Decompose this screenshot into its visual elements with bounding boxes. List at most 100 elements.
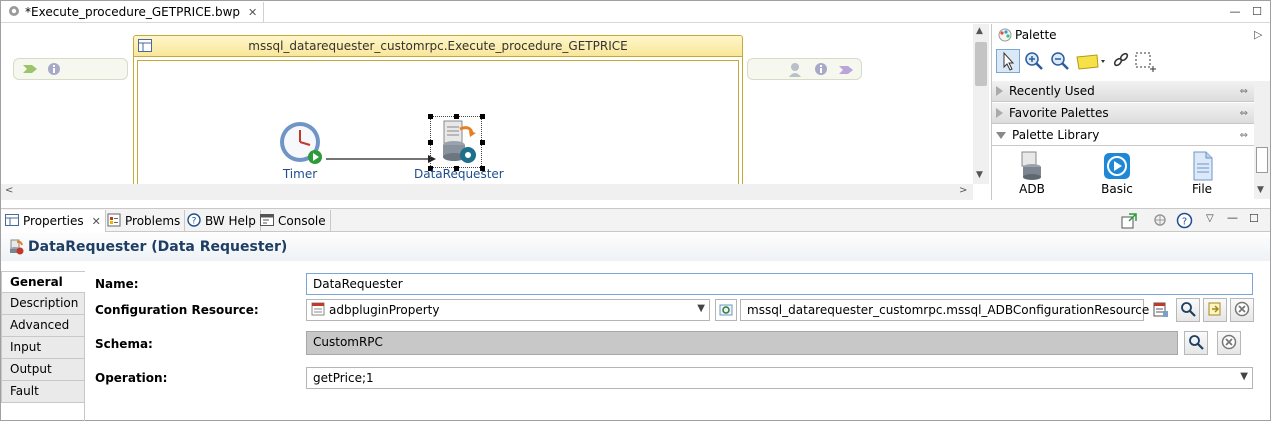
select-tool-button[interactable] — [996, 49, 1020, 73]
selection-handle[interactable] — [428, 114, 433, 119]
clear-schema-button[interactable] — [1217, 331, 1241, 355]
properties-title: DataRequester (Data Requester) — [28, 239, 288, 255]
info-icon[interactable] — [814, 62, 828, 79]
config-resource-path-field[interactable]: mssql_datarequester_customrpc.mssql_ADBC… — [740, 299, 1149, 321]
drawer-label: Palette Library — [1012, 128, 1100, 142]
process-end-box[interactable] — [747, 58, 862, 80]
group-title: mssql_datarequester_customrpc.Execute_pr… — [248, 39, 628, 53]
note-icon[interactable] — [1076, 54, 1106, 73]
maximize-icon[interactable]: ☐ — [1249, 3, 1265, 19]
pin-icon[interactable]: ⇔ — [1240, 130, 1248, 141]
scroll-down-icon[interactable]: ▼ — [1257, 185, 1264, 195]
user-icon — [788, 62, 804, 81]
scrollbar-thumb[interactable] — [1256, 147, 1268, 173]
go-to-resource-button[interactable] — [1203, 298, 1227, 322]
selection-handle[interactable] — [428, 140, 433, 145]
canvas-horizontal-scrollbar[interactable]: < > — [1, 184, 973, 200]
pin-icon[interactable]: ⇔ — [1240, 86, 1248, 97]
timer-icon[interactable] — [278, 120, 324, 169]
zoom-out-icon[interactable] — [1050, 51, 1070, 74]
tab-label: Problems — [125, 214, 181, 228]
drawer-palette-library[interactable]: Palette Library ⇔ — [992, 125, 1254, 146]
drawer-favorite-palettes[interactable]: Favorite Palettes ⇔ — [992, 103, 1254, 124]
pin-icon[interactable]: ⇔ — [1240, 108, 1248, 119]
scroll-right-icon[interactable]: > — [959, 185, 967, 196]
palette-collapse-icon[interactable]: ▷ — [1254, 28, 1262, 41]
scroll-left-icon[interactable]: < — [5, 185, 13, 196]
editor-tab[interactable]: *Execute_procedure_GETPRICE.bwp ✕ — [3, 2, 265, 22]
process-scope-group[interactable]: mssql_datarequester_customrpc.Execute_pr… — [133, 35, 743, 184]
scroll-down-icon[interactable]: ▼ — [976, 170, 983, 180]
palette-item-label: ADB — [1019, 182, 1045, 196]
search-schema-button[interactable] — [1184, 331, 1208, 355]
canvas-vertical-scrollbar[interactable]: ▲ ▼ — [973, 24, 989, 184]
operation-combo[interactable]: getPrice;1 ▼ — [306, 367, 1253, 389]
clear-resource-button[interactable] — [1230, 298, 1254, 322]
minimize-icon[interactable]: — — [1227, 211, 1238, 224]
zoom-in-icon[interactable] — [1024, 51, 1044, 74]
side-tab-fault[interactable]: Fault — [1, 381, 85, 403]
marquee-icon[interactable] — [1134, 51, 1156, 76]
palette-item-basic[interactable]: Basic — [1087, 150, 1147, 196]
tab-label: Properties — [23, 214, 84, 228]
console-icon — [260, 213, 274, 229]
activity-label-timer: Timer — [282, 167, 318, 181]
drawer-recently-used[interactable]: Recently Used ⇔ — [992, 81, 1254, 102]
schema-value: CustomRPC — [313, 335, 383, 349]
scrollbar-thumb[interactable] — [975, 42, 987, 86]
chevron-down-icon[interactable]: ▼ — [697, 303, 705, 314]
schema-field: CustomRPC — [306, 331, 1178, 355]
selection-handle[interactable] — [480, 114, 485, 119]
help-icon[interactable]: ? — [1176, 212, 1193, 232]
file-icon — [1172, 150, 1232, 182]
tab-problems[interactable]: Problems — [103, 210, 186, 232]
browse-resource-icon[interactable] — [1150, 299, 1172, 321]
scroll-up-icon[interactable]: ▲ — [976, 26, 983, 36]
close-icon[interactable]: ✕ — [248, 6, 257, 19]
collapse-icon — [996, 131, 1006, 139]
drawer-label: Recently Used — [1009, 84, 1095, 98]
resource-properties-icon[interactable] — [715, 299, 737, 321]
config-resource-value: adbpluginProperty — [329, 303, 440, 317]
palette-item-file[interactable]: File — [1172, 150, 1232, 196]
datarequester-icon[interactable] — [434, 119, 480, 168]
process-canvas[interactable]: mssql_datarequester_customrpc.Execute_pr… — [1, 24, 973, 184]
properties-icon — [5, 213, 19, 229]
link-icon[interactable] — [1112, 51, 1130, 72]
view-menu-icon[interactable]: ▽ — [1206, 213, 1214, 224]
side-tab-output[interactable]: Output — [1, 359, 85, 381]
info-icon[interactable] — [47, 62, 61, 79]
play-circle-icon — [1087, 150, 1147, 182]
name-value: DataRequester — [313, 277, 403, 291]
view-tab-bar: Properties ✕ Problems ? BW Help Console … — [1, 208, 1270, 232]
side-tab-general[interactable]: General — [1, 271, 85, 293]
palette-scrollbar[interactable]: ▼ — [1254, 81, 1270, 199]
gear-icon — [7, 4, 21, 21]
search-resource-button[interactable] — [1176, 298, 1200, 322]
process-start-box[interactable] — [13, 58, 128, 80]
start-arrow-icon — [22, 63, 38, 78]
minimize-icon[interactable]: — — [1227, 3, 1243, 19]
drawer-label: Favorite Palettes — [1009, 106, 1109, 120]
end-arrow-icon — [838, 64, 854, 79]
pin-view-icon[interactable] — [1153, 213, 1169, 232]
name-field[interactable]: DataRequester — [306, 273, 1253, 295]
selection-handle[interactable] — [480, 140, 485, 145]
tab-bw-help[interactable]: ? BW Help — [183, 210, 261, 232]
palette-icon — [998, 28, 1012, 45]
group-header[interactable]: mssql_datarequester_customrpc.Execute_pr… — [134, 36, 742, 57]
database-icon — [1002, 150, 1062, 182]
problems-icon — [107, 213, 121, 230]
transition-arrow[interactable] — [326, 154, 436, 164]
side-tab-input[interactable]: Input — [1, 337, 85, 359]
tab-properties[interactable]: Properties ✕ — [1, 210, 106, 232]
palette-item-adb[interactable]: ADB — [1002, 150, 1062, 196]
open-editor-icon[interactable] — [1121, 213, 1137, 232]
side-tab-advanced[interactable]: Advanced — [1, 315, 85, 337]
config-resource-combo[interactable]: adbpluginProperty ▼ — [306, 299, 710, 321]
maximize-icon[interactable]: ☐ — [1249, 212, 1259, 225]
side-tab-description[interactable]: Description — [1, 293, 85, 315]
close-icon[interactable]: ✕ — [92, 215, 101, 228]
chevron-down-icon[interactable]: ▼ — [1240, 371, 1248, 382]
tab-console[interactable]: Console — [256, 210, 331, 232]
